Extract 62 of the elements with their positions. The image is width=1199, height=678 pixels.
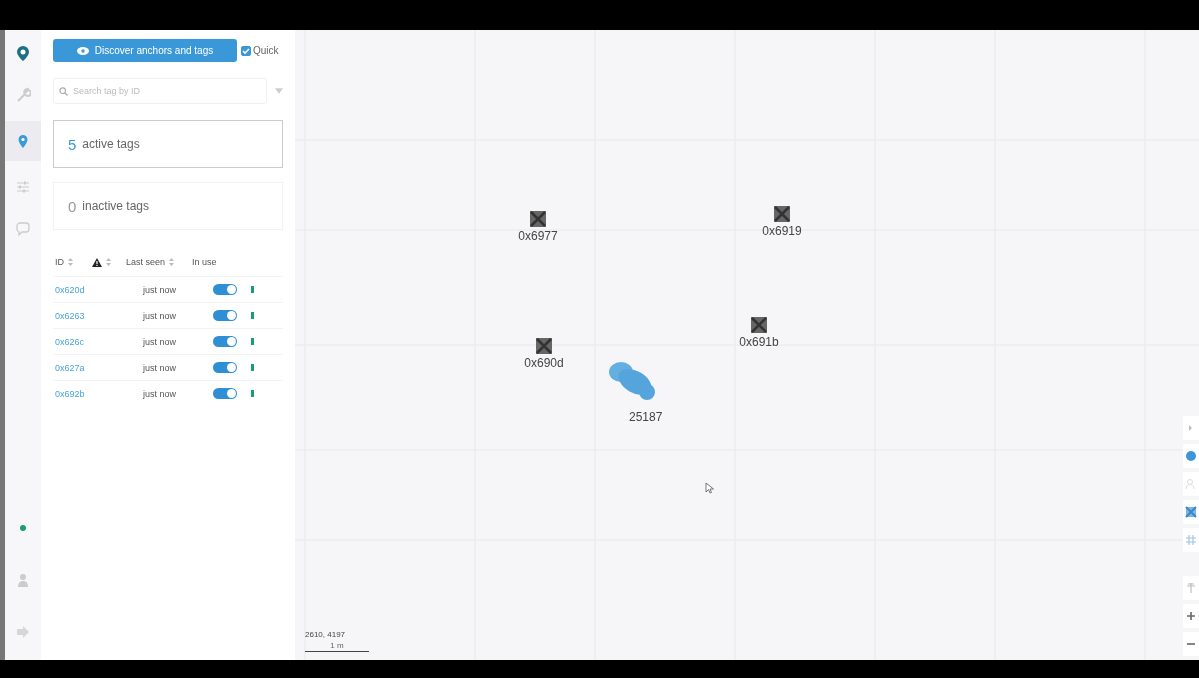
tag-count-card[interactable]: 5 active tags (53, 120, 283, 168)
anchor-label: 0x6919 (762, 224, 802, 238)
eye-icon (76, 46, 89, 55)
table-cell-text: just now (143, 336, 178, 347)
checkbox[interactable] (241, 45, 251, 56)
table-cell-text: just now (143, 284, 178, 295)
toggle-switch[interactable] (213, 388, 237, 399)
sliders-icon (15, 179, 31, 195)
tag-label: 25187 (629, 410, 663, 424)
anchor-icon[interactable] (1185, 506, 1197, 518)
tag-count: 0 (68, 197, 77, 215)
cursor-icon (705, 482, 715, 494)
column-header[interactable]: In use (192, 257, 217, 267)
search-field[interactable]: Search tag by ID (53, 78, 267, 104)
anchor-icon[interactable] (774, 206, 790, 222)
warning-icon (92, 257, 102, 267)
column-header[interactable]: Last seen (126, 257, 175, 267)
sort-icon (106, 258, 111, 266)
person-icon[interactable] (15, 572, 31, 588)
sort-icon (169, 258, 175, 266)
logout-icon[interactable] (15, 624, 31, 640)
search-icon (59, 87, 68, 96)
tag-id-link[interactable]: 0x6263 (53, 310, 103, 321)
anchor-icon[interactable] (530, 211, 546, 227)
anchor-icon[interactable] (536, 338, 552, 354)
tag-id-link[interactable]: 0x626c (53, 336, 103, 347)
person-icon[interactable] (1185, 478, 1197, 490)
chat-icon (15, 221, 31, 237)
circle-icon[interactable] (1185, 450, 1197, 462)
check-icon (242, 46, 250, 55)
nav-tab[interactable] (5, 121, 41, 161)
wrench-icon (15, 87, 31, 103)
toggle-switch[interactable] (213, 310, 237, 321)
scale-bar: 1 m (305, 641, 369, 652)
anchor-label: 0x690d (524, 356, 564, 370)
anchor-label: 0x691b (739, 335, 779, 349)
toggle-switch[interactable] (213, 362, 237, 373)
coordinates-readout: 2610, 4197 (305, 630, 347, 639)
pushpin-icon[interactable] (1185, 582, 1197, 594)
toggle-switch[interactable] (213, 284, 237, 295)
caret-icon[interactable] (275, 88, 283, 94)
logo-icon (15, 45, 31, 61)
toggle-switch[interactable] (213, 336, 237, 347)
table-cell-text: just now (143, 310, 178, 321)
column-header[interactable] (92, 257, 111, 267)
card-label: active tags (82, 137, 140, 151)
tag-id-link[interactable]: 0x627a (53, 362, 103, 373)
tag-count-card[interactable]: 0 inactive tags (53, 182, 283, 230)
tag-count: 5 (68, 135, 77, 153)
card-label: inactive tags (82, 199, 150, 213)
sort-icon (68, 258, 73, 266)
column-header[interactable]: ID (53, 257, 73, 267)
grid-icon[interactable] (1185, 534, 1197, 546)
anchor-label: 0x6977 (518, 229, 558, 243)
anchor-icon[interactable] (751, 317, 767, 333)
tag-id-link[interactable]: 0x692b (53, 388, 103, 399)
tag-id-link[interactable]: 0x620d (53, 284, 103, 295)
checkbox-label: Quick (253, 45, 279, 56)
discover-button[interactable]: Discover anchors and tags (53, 39, 237, 62)
table-cell-text: just now (143, 362, 178, 373)
zoom-in-icon[interactable] (1185, 610, 1197, 622)
table-cell-text: just now (143, 388, 178, 399)
